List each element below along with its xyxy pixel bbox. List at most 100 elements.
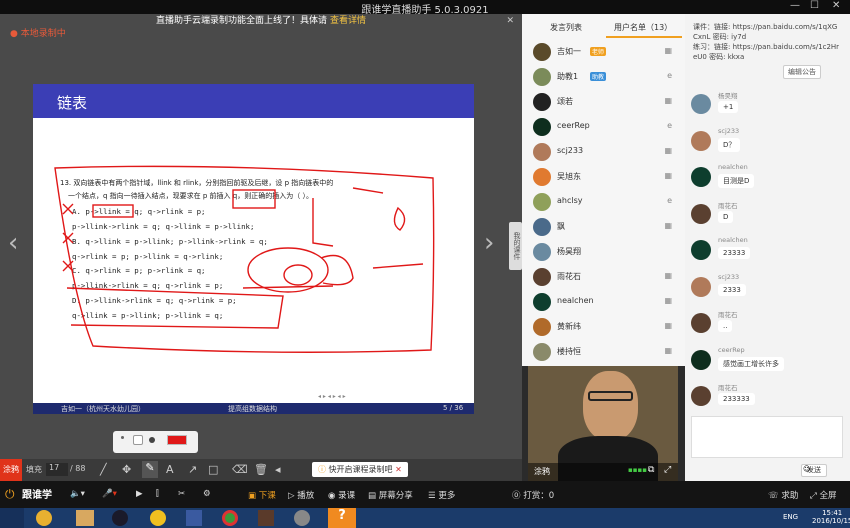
rectangle-tool-icon[interactable]: □ [208,463,218,476]
device-icon: e [667,196,672,205]
chat-input[interactable] [691,416,843,458]
class-end-button[interactable]: ▣ 下课 [248,489,276,501]
announcement-line: 练习：链接: https://pan.baidu.com/s/1c2Hr [693,43,840,51]
close-button[interactable]: ✕ [832,0,840,11]
popout-icon[interactable]: ⧉ [648,465,654,475]
pen-annotations [54,165,435,353]
user-list-item[interactable]: 助教1 助教 e [530,66,680,90]
user-list-item[interactable]: nealchen ▦ [530,291,680,315]
fullscreen-button[interactable]: ⤢ 全屏 [810,489,837,501]
user-list-item[interactable]: 楼持恒 ▦ [530,341,680,365]
announcement-line: CxnL 密码: iy7d [693,33,747,41]
slide-nav[interactable]: ◂ ▸ ◂ ▸ ◂ ▸ [318,393,346,400]
folder-icon[interactable] [76,510,94,526]
video-face [583,371,638,441]
record-tip-close-icon[interactable]: ✕ [395,465,402,474]
device-icon: ▦ [664,221,672,230]
taskbar-app-icon[interactable] [36,510,52,526]
settings-icon[interactable]: ⚙ [203,489,211,499]
tools-icon[interactable]: ✂ [178,489,185,499]
eraser-tool-icon[interactable]: ⌫ [232,463,248,476]
user-list-item[interactable]: 吴旭东 ▦ [530,166,680,190]
user-list-item[interactable]: ceerRep e [530,116,680,140]
camera-icon[interactable]: ▶ [136,489,143,499]
user-list-item[interactable]: 吉如一 老师 ▦ [530,41,680,65]
user-name: 雨花石 [557,272,581,281]
text-tool-icon[interactable]: A [166,463,174,476]
user-list-item[interactable]: 飘 ▦ [530,216,680,240]
size-small-option[interactable] [121,436,124,439]
role-badge: 老师 [590,47,607,56]
trash-icon[interactable]: 🗑 [254,463,268,476]
user-list-item[interactable]: ahclsy e [530,191,680,215]
device-icon: e [667,71,672,80]
taskbar-app-icon[interactable] [258,510,274,526]
tab-users[interactable]: 用户名单（13） [614,22,672,33]
user-name: 飘 [557,222,565,231]
start-button[interactable] [0,508,24,528]
message-sender: 雨花石 [718,311,738,319]
doodle-button[interactable]: 涂鸦 [0,459,22,481]
next-page-icon[interactable]: › [484,228,494,258]
chrome-icon[interactable] [222,510,238,526]
steam-icon[interactable] [112,510,128,526]
notice-bar: 直播助手云端录制功能全面上线了！具体请 查看详情 ✕ [0,14,522,28]
tab-speakers[interactable]: 发言列表 [550,22,582,33]
emoji-icon[interactable]: ☺ [803,465,810,473]
more-button[interactable]: ☰ 更多 [428,489,455,501]
user-list-item[interactable]: scj233 ▦ [530,141,680,165]
user-name: ceerRep [557,121,590,130]
announcement-line: 课件：链接: https://pan.baidu.com/s/1qXG [693,23,838,31]
user-list-item[interactable]: 杨昊翔 [530,241,680,265]
taskbar-app-icon[interactable] [294,510,310,526]
device-icon: ▦ [664,46,672,55]
page-input[interactable]: 17 [46,463,68,476]
taskbar-app-icon[interactable] [150,510,166,526]
restore-button[interactable]: ☐ [810,0,819,11]
screen-share-button[interactable]: ▤ 屏幕分享 [368,489,413,501]
user-name: 助教1 [557,72,579,81]
help-button[interactable]: ☏ 求助 [768,489,798,501]
user-list-item[interactable]: 黄新纬 ▦ [530,316,680,340]
pen-tool-icon[interactable]: ✎ [142,461,158,478]
edit-announcement-button[interactable]: 编辑公告 [783,65,821,79]
line-tool-icon[interactable]: ╱ [100,463,107,476]
notice-link[interactable]: 查看详情 [330,16,366,26]
notice-text: 直播助手云端录制功能全面上线了！具体请 [156,16,328,26]
dev-icon[interactable] [186,510,202,526]
power-icon[interactable]: ⏻ [5,487,15,502]
size-medium-option[interactable] [133,435,143,445]
avatar [533,293,551,311]
mic-icon[interactable]: 🎤▾ [102,489,117,499]
app-taskbar-icon[interactable]: ? [328,508,356,528]
size-large-option[interactable] [149,437,155,443]
pen-settings-popup [113,431,198,453]
minimize-button[interactable]: — [790,0,800,11]
play-button[interactable]: ▷ 播放 [288,489,314,501]
avatar [691,313,711,333]
user-list-item[interactable]: 颂若 ▦ [530,91,680,115]
courseware-tab[interactable]: 我的课件 [509,222,522,270]
avatar [533,318,551,336]
record-status-text: 本地录制中 [20,29,66,39]
arrow-tool-icon[interactable]: ↗ [188,463,197,476]
drawing-toolbar: 涂鸦 填充 17 / 88 ╱ ✥ ✎ A ↗ □ ⌫ 🗑 ◂ ⓘ 快开启课程录… [0,459,522,481]
move-tool-icon[interactable]: ✥ [122,463,131,476]
message-bubble: 目测是D [718,174,755,188]
device-icon: ▦ [664,171,672,180]
help-label: 求助 [781,491,799,501]
avatar [691,386,711,406]
video-label[interactable]: 涂鸦 [534,466,550,477]
user-list-item[interactable]: 雨花石 ▦ [530,266,680,290]
prev-page-icon[interactable]: ‹ [8,228,18,258]
input-language[interactable]: ENG [783,513,798,521]
fullscreen-video-icon[interactable]: ⤢ [664,465,671,475]
equalizer-icon[interactable]: ⫿ [156,489,159,499]
collapse-toolbar-icon[interactable]: ◂ [275,463,281,476]
message-bubble: 感觉画工增长许多 [718,356,784,371]
color-picker[interactable] [167,435,187,445]
notice-close-icon[interactable]: ✕ [506,14,514,28]
speaker-icon[interactable]: 🔈▾ [70,489,85,499]
record-button[interactable]: ◉ 录课 [328,489,355,501]
record-tip: ⓘ 快开启课程录制吧 ✕ [312,462,408,477]
